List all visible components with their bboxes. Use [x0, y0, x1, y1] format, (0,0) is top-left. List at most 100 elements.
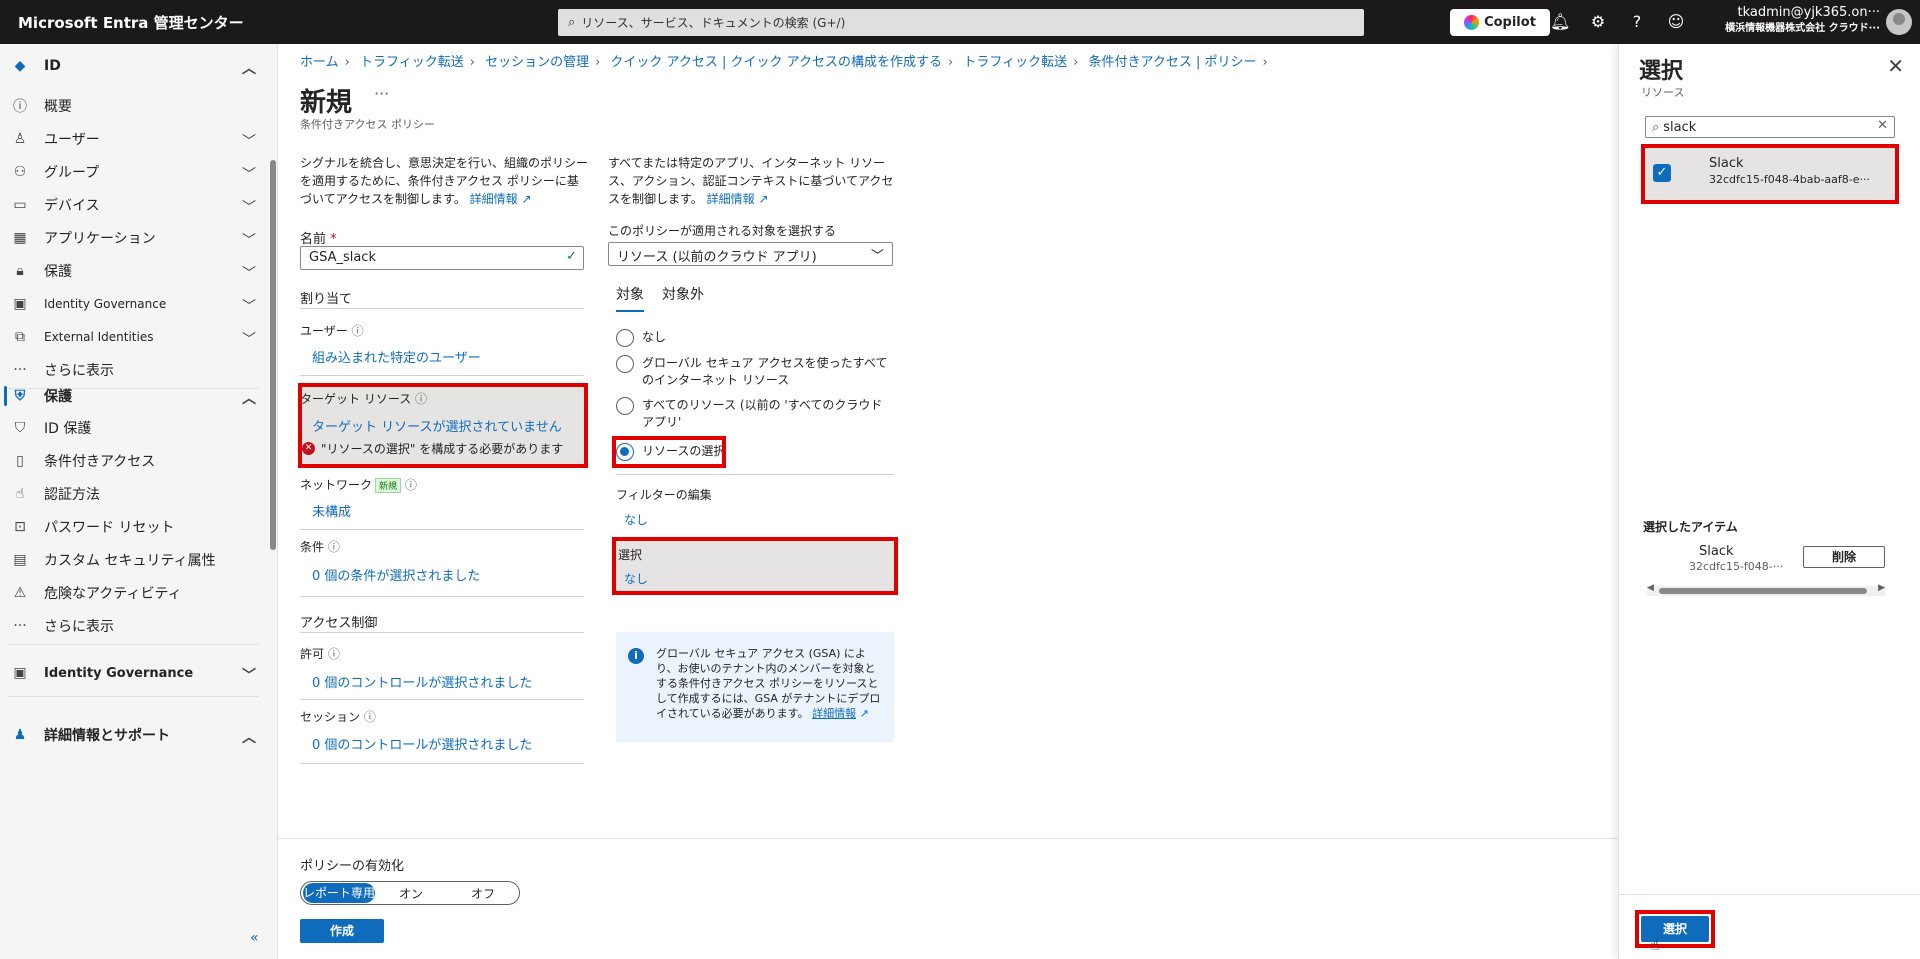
sidebar-item-label: External Identities — [44, 330, 154, 344]
tab-exclude[interactable]: 対象外 — [662, 284, 704, 312]
external-link-icon: ↗ — [521, 192, 532, 206]
bell-icon[interactable]: 🔔︎ — [1550, 12, 1570, 31]
session-value-link[interactable]: 0 個のコントロールが選択されました — [312, 734, 532, 753]
sidebar-section-identity-governance[interactable]: ▣ Identity Governance ﹀ — [0, 653, 262, 693]
users-value-link[interactable]: 組み込まれた特定のユーザー — [312, 347, 481, 366]
divider — [8, 644, 258, 645]
sidebar-scrollbar[interactable] — [270, 160, 276, 550]
sidebar-section-id[interactable]: ◆ ID ︿ — [0, 46, 262, 86]
info-icon: ⓘ — [13, 99, 27, 115]
resource-search-input[interactable]: ⌕ slack ✕ — [1645, 116, 1895, 138]
chevron-down-icon: ﹀ — [242, 200, 256, 216]
session-label: セッション ⓘ — [300, 708, 376, 725]
enable-policy-label: ポリシーの有効化 — [300, 859, 405, 874]
create-button[interactable]: 作成 — [300, 919, 384, 943]
collapse-sidebar-icon[interactable]: « — [250, 930, 259, 946]
external-link-icon: ↗ — [859, 707, 869, 720]
radio-circle — [616, 329, 634, 347]
page-subtitle: 条件付きアクセス ポリシー — [300, 118, 435, 131]
more-options-icon[interactable]: ··· — [374, 84, 389, 103]
radio-none[interactable]: なし — [616, 329, 666, 347]
breadcrumb-traffic-2[interactable]: トラフィック転送 — [963, 55, 1067, 70]
network-value-link[interactable]: 未構成 — [312, 501, 351, 520]
app-brand[interactable]: Microsoft Entra 管理センター — [18, 12, 558, 33]
lock-icon: 🔒︎ — [16, 263, 24, 279]
help-icon[interactable]: ? — [1627, 12, 1647, 31]
breadcrumb-quick-access[interactable]: クイック アクセス | クイック アクセスの構成を作成する — [610, 55, 942, 70]
session-label-text: セッション — [300, 710, 361, 724]
sidebar-item-label: 危険なアクティビティ — [44, 586, 182, 602]
policy-description: シグナルを統合し、意思決定を行い、組織のポリシーを適用するために、条件付きアクセ… — [300, 154, 590, 208]
group-icon: ⚇ — [13, 164, 27, 180]
scroll-left-icon[interactable]: ◀ — [1647, 583, 1654, 593]
radio-label: すべてのリソース (以前の 'すべてのクラウド アプリ' — [642, 398, 883, 429]
policy-name-input[interactable]: GSA_slack ✓ — [300, 246, 584, 270]
chevron-down-icon: ﹀ — [242, 299, 256, 315]
top-bar: Microsoft Entra 管理センター ⌕ リソース、サービス、ドキュメン… — [0, 0, 1920, 44]
selected-items-label: 選択したアイテム — [1643, 520, 1738, 534]
close-icon[interactable]: ✕ — [1887, 54, 1904, 78]
filter-label: フィルターの編集 — [616, 488, 712, 502]
gsa-info-box: i グローバル セキュア アクセス (GSA) により、お使いのテナント内のメン… — [616, 632, 894, 742]
breadcrumb-home[interactable]: ホーム — [300, 55, 339, 70]
conditions-label: 条件 ⓘ — [300, 538, 340, 555]
radio-label: グローバル セキュア アクセスを使ったすべてのインターネット リソース — [642, 356, 888, 387]
breadcrumb-traffic[interactable]: トラフィック転送 — [360, 55, 464, 70]
sidebar-item-more-2[interactable]: ··· さらに表示 — [0, 606, 262, 646]
scroll-right-icon[interactable]: ▶ — [1878, 583, 1885, 593]
remove-button[interactable]: 削除 — [1803, 546, 1885, 568]
annotation-red-box — [1635, 910, 1715, 948]
sidebar-item-label: 概要 — [44, 99, 72, 115]
scroll-thumb[interactable] — [1659, 588, 1867, 594]
conditions-value-link[interactable]: 0 個の条件が選択されました — [312, 565, 480, 584]
device-icon: ▭ — [13, 197, 27, 213]
users-label: ユーザー ⓘ — [300, 322, 364, 339]
feedback-icon[interactable]: ☺ — [1666, 12, 1686, 31]
chevron-down-icon: ﹀ — [242, 134, 256, 150]
enable-policy-toggle[interactable]: レポート専用 オン オフ — [300, 881, 520, 905]
toggle-report-only[interactable]: レポート専用 — [303, 883, 375, 903]
chevron-up-icon: ︿ — [242, 391, 256, 407]
breadcrumb-session[interactable]: セッションの管理 — [485, 55, 589, 70]
chevron-up-icon: ︿ — [242, 730, 256, 746]
radio-all-resources[interactable]: すべてのリソース (以前の 'すべてのクラウド アプリ' — [616, 397, 896, 431]
global-search[interactable]: ⌕ リソース、サービス、ドキュメントの検索 (G+/) — [558, 9, 1364, 36]
risk-user-icon: ⚠ — [13, 585, 27, 601]
apply-to-dropdown[interactable]: リソース (以前のクラウド アプリ) ﹀ — [608, 242, 893, 266]
tab-include[interactable]: 対象 — [616, 284, 644, 312]
info-icon: ⓘ — [327, 647, 340, 661]
avatar[interactable] — [1886, 9, 1912, 35]
learn-more-link[interactable]: 詳細情報 — [470, 192, 518, 206]
radio-all-internet[interactable]: グローバル セキュア アクセスを使ったすべてのインターネット リソース — [616, 355, 896, 389]
account-menu[interactable]: tkadmin@yjk365.on··· 横浜情報機器株式会社 クラウド··· — [1720, 5, 1880, 37]
breadcrumb-ca-policy[interactable]: 条件付きアクセス | ポリシー — [1088, 55, 1256, 70]
user-icon: ♙ — [13, 131, 27, 147]
selected-item-name: Slack — [1699, 544, 1734, 559]
divider — [300, 375, 584, 376]
grant-label-text: 許可 — [300, 647, 325, 661]
gear-icon[interactable]: ⚙ — [1588, 12, 1608, 31]
hand-cursor-icon: ☝ — [1650, 935, 1660, 954]
selected-horizontal-scrollbar[interactable]: ◀ ▶ — [1647, 583, 1885, 596]
clear-icon[interactable]: ✕ — [1877, 118, 1888, 133]
sidebar-section-label: 詳細情報とサポート — [44, 728, 170, 744]
copilot-button[interactable]: Copilot — [1450, 9, 1550, 36]
learn-more-link[interactable]: 詳細情報 — [812, 707, 856, 720]
sidebar-item-label: ユーザー — [44, 132, 100, 148]
policy-name-value: GSA_slack — [309, 250, 376, 265]
account-name: tkadmin@yjk365.on··· — [1737, 5, 1881, 20]
learn-more-link[interactable]: 詳細情報 — [707, 192, 755, 206]
sidebar-section-support[interactable]: ♟ 詳細情報とサポート ︿ — [0, 715, 262, 755]
access-controls-header: アクセス制御 — [300, 616, 378, 631]
filter-value-link[interactable]: なし — [624, 511, 648, 528]
apps-icon: ▦ — [13, 230, 27, 246]
toggle-off[interactable]: オフ — [447, 885, 519, 902]
apply-to-value: リソース (以前のクラウド アプリ) — [617, 250, 817, 265]
radio-label: なし — [642, 330, 667, 344]
grant-value-link[interactable]: 0 個のコントロールが選択されました — [312, 672, 532, 691]
account-org: 横浜情報機器株式会社 クラウド··· — [1725, 23, 1880, 34]
device-lock-icon: ▯ — [16, 453, 24, 469]
toggle-on[interactable]: オン — [375, 885, 447, 902]
grant-label: 許可 ⓘ — [300, 645, 340, 662]
network-label-text: ネットワーク — [300, 478, 373, 492]
